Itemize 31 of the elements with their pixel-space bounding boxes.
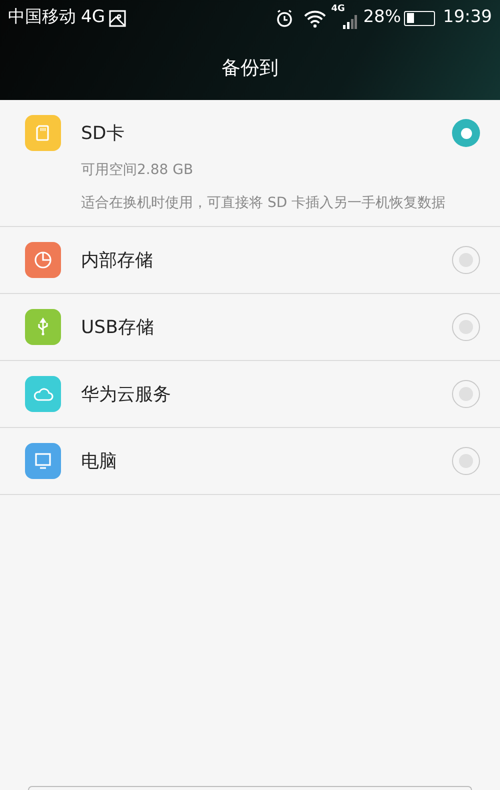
option-label: 内部存储	[81, 248, 154, 272]
carrier-label: 中国移动	[8, 6, 76, 30]
cloud-icon	[32, 386, 54, 402]
alarm-icon	[275, 8, 294, 28]
signal-network-label: 4G	[331, 4, 345, 14]
battery-icon	[404, 10, 435, 26]
option-detail: 适合在换机时使用，可直接将 SD 卡插入另一手机恢复数据	[81, 194, 447, 213]
radio-button[interactable]	[452, 313, 480, 341]
network-label: 4G	[81, 6, 105, 30]
battery-percent: 28%	[363, 6, 401, 30]
option-detail: 可用空间2.88 GB	[81, 161, 194, 180]
storage-option[interactable]: SD卡 可用空间2.88 GB 适合在换机时使用，可直接将 SD 卡插入另一手机恢复数据	[0, 100, 500, 227]
radio-button[interactable]	[452, 380, 480, 408]
storage-option[interactable]: 电脑	[0, 428, 500, 495]
signal-icon	[343, 15, 358, 29]
wifi-icon	[303, 8, 328, 28]
storage-option[interactable]: USB存储	[0, 294, 500, 361]
option-label: USB存储	[81, 316, 155, 340]
storage-option[interactable]: 华为云服务	[0, 361, 500, 428]
option-label: 华为云服务	[81, 382, 172, 406]
storage-option[interactable]: 内部存储	[0, 227, 500, 294]
clock: 19:39	[443, 6, 492, 30]
option-label: SD卡	[81, 122, 126, 146]
radio-button[interactable]	[452, 447, 480, 475]
monitor-icon	[33, 451, 53, 471]
image-icon	[109, 10, 126, 26]
pie-chart-icon	[33, 250, 53, 270]
radio-button[interactable]	[452, 119, 480, 147]
page-title: 备份到	[222, 56, 278, 81]
option-label: 电脑	[81, 450, 118, 474]
radio-button[interactable]	[452, 246, 480, 274]
